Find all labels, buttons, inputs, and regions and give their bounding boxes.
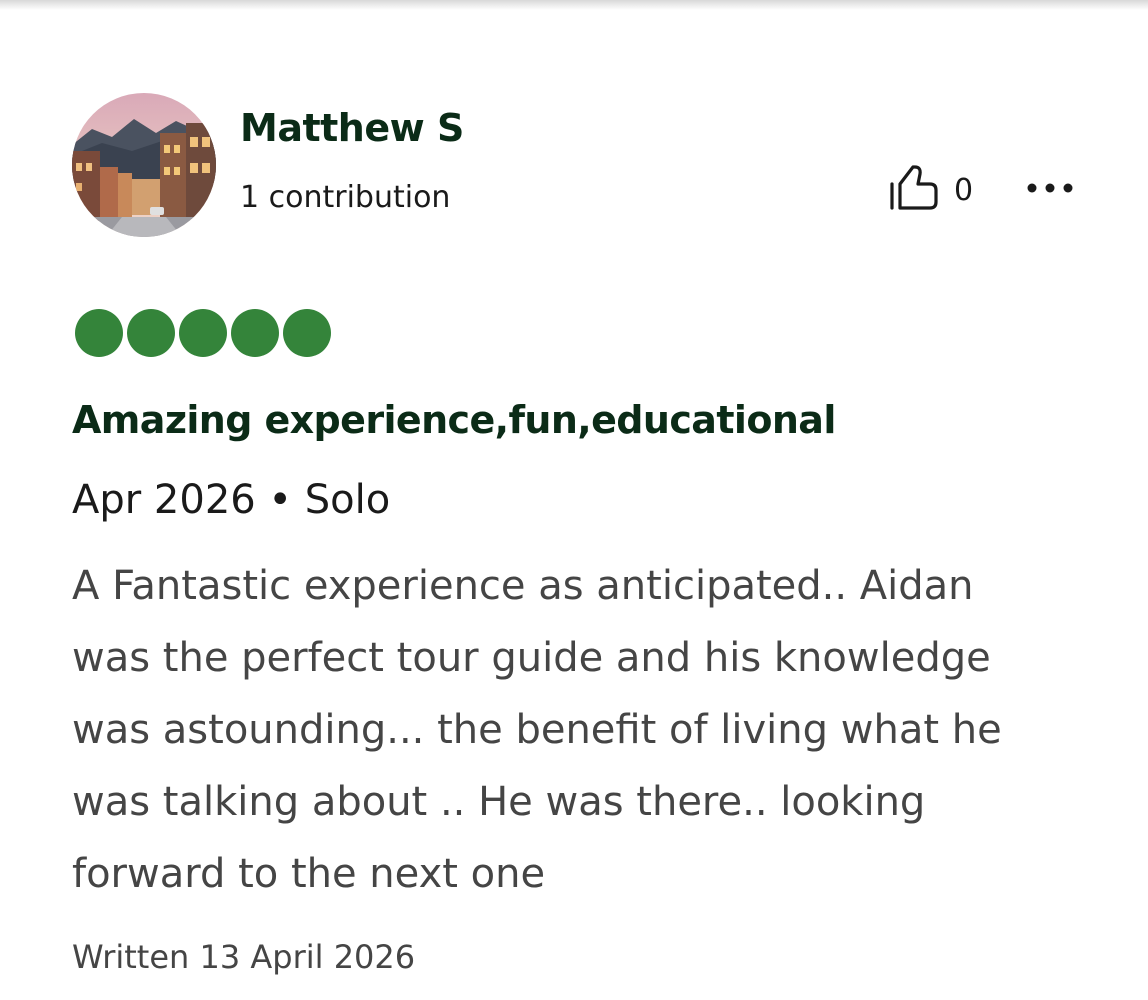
reviewer-contributions: 1 contribution (240, 180, 451, 215)
helpful-vote-button[interactable]: 0 (886, 164, 973, 216)
review-trip-info: Apr 2026 • Solo (72, 477, 391, 523)
avatar-street-photo (72, 93, 216, 237)
helpful-count: 0 (954, 172, 974, 208)
rating-bubble (179, 309, 227, 357)
rating-bubble (75, 309, 123, 357)
review-card: Matthew S 1 contribution 0 Amazing exper… (0, 0, 1148, 1000)
rating-bubble (231, 309, 279, 357)
more-options-icon (1026, 179, 1074, 198)
rating-bubbles (75, 309, 335, 357)
review-title[interactable]: Amazing experience,fun,educational (72, 398, 836, 442)
review-body-line: was astounding... the benefit of living … (72, 707, 1002, 753)
review-body-line: was talking about .. He was there.. look… (72, 779, 926, 825)
reviewer-name[interactable]: Matthew S (240, 106, 464, 150)
review-body-line: was the perfect tour guide and his knowl… (72, 635, 991, 681)
more-options-button[interactable] (1020, 168, 1080, 208)
thumbs-up-icon (886, 164, 942, 216)
reviewer-avatar[interactable] (72, 93, 216, 237)
review-body-line: forward to the next one (72, 851, 546, 897)
review-written-date: Written 13 April 2026 (72, 938, 416, 976)
review-body-line: A Fantastic experience as anticipated.. … (72, 563, 974, 609)
rating-bubble (127, 309, 175, 357)
review-body: A Fantastic experience as anticipated.. … (72, 550, 1092, 910)
rating-bubble (283, 309, 331, 357)
